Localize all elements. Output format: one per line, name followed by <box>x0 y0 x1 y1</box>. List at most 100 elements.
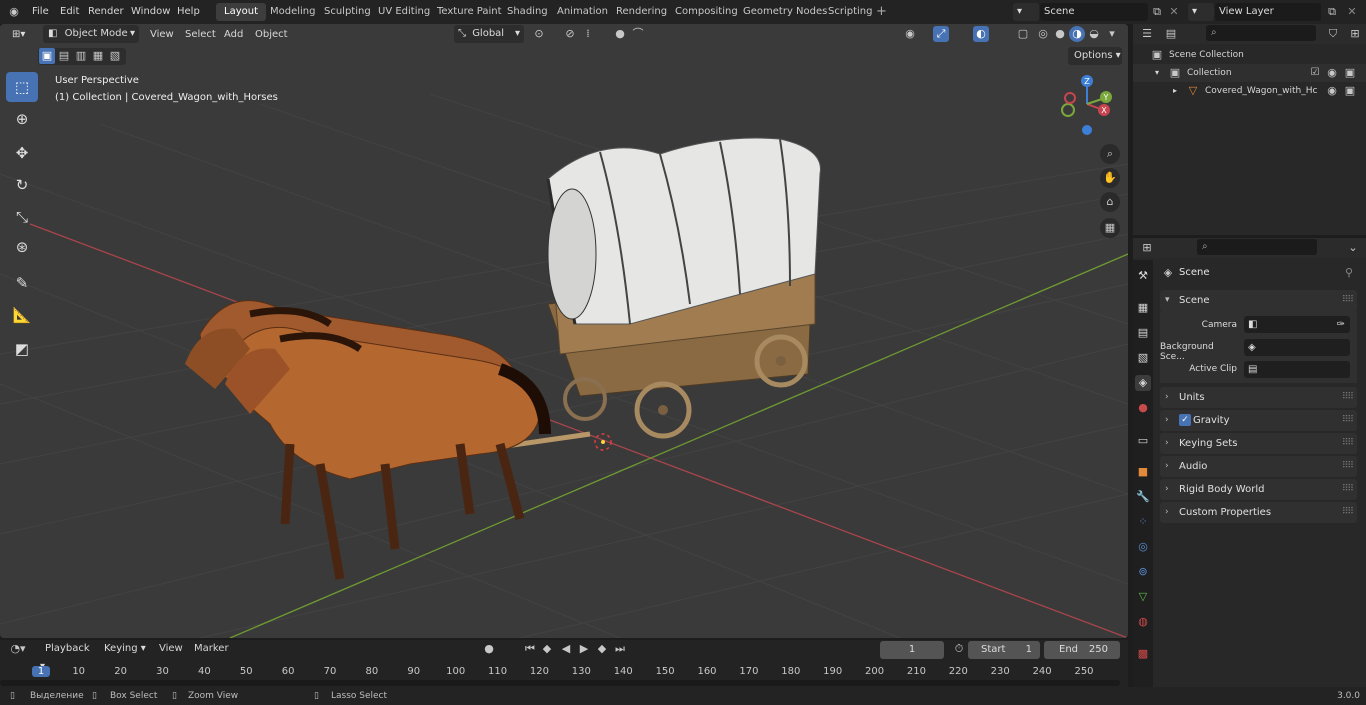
tab-layout[interactable]: Layout <box>216 3 266 21</box>
scale-tool-icon[interactable]: ⤡ <box>6 202 38 232</box>
menu-file[interactable]: File <box>32 0 49 24</box>
play-reverse-icon[interactable]: ◀ <box>558 641 574 657</box>
tab-uv-editing[interactable]: UV Editing <box>370 3 438 21</box>
gizmo-icon[interactable]: ⤢ <box>933 26 949 42</box>
modifier-wrench-icon[interactable]: 🔧 <box>1135 489 1151 505</box>
move-tool-icon[interactable]: ✥ <box>6 138 38 168</box>
menu-view[interactable]: View <box>159 640 183 658</box>
new-scene-icon[interactable]: ⧉ <box>1149 4 1165 20</box>
drag-handle-icon[interactable]: ⠿⠿ <box>1342 502 1354 523</box>
texture-tab-icon[interactable]: ▩ <box>1135 646 1151 662</box>
drag-handle-icon[interactable]: ⠿⠿ <box>1342 410 1354 431</box>
select-box-tool-icon[interactable]: ⬚ <box>6 72 38 102</box>
outliner-row-collection[interactable]: ▾ ▣ Collection ☑ ◉ ▣ <box>1133 64 1366 82</box>
orientation-dropdown[interactable]: ⤡ Global ▾ <box>454 25 524 43</box>
new-view-layer-icon[interactable]: ⧉ <box>1324 4 1340 20</box>
camera-render-icon[interactable]: ▣ <box>1342 83 1358 99</box>
tab-animation[interactable]: Animation <box>549 3 616 21</box>
measure-tool-icon[interactable]: 📐 <box>6 300 38 330</box>
material-shading-icon[interactable]: ◑ <box>1069 26 1085 42</box>
material-tab-icon[interactable]: ◍ <box>1135 614 1151 630</box>
camera-field[interactable]: ◧ ✑ <box>1244 316 1350 333</box>
3d-viewport[interactable]: ⊞▾ ◧ Object Mode ▾ View Select Add Objec… <box>0 24 1128 638</box>
select-subtract-icon[interactable]: ▥ <box>73 48 89 64</box>
output-tab-icon[interactable]: ▤ <box>1135 325 1151 341</box>
tab-modeling[interactable]: Modeling <box>262 3 324 21</box>
blender-logo-icon[interactable]: ◉ <box>6 4 22 20</box>
camera-render-icon[interactable]: ▣ <box>1342 65 1358 81</box>
visibility-icon[interactable]: ◉ <box>902 26 918 42</box>
proportional-edit-icon[interactable]: ● <box>612 26 628 42</box>
tool-tab-icon[interactable]: ⚒ <box>1135 268 1151 284</box>
panel-keying-sets[interactable]: › Keying Sets ⠿⠿ <box>1160 433 1357 454</box>
new-collection-icon[interactable]: ⊞ <box>1347 26 1363 42</box>
jump-start-icon[interactable]: ⏮ <box>522 641 538 657</box>
cursor-tool-icon[interactable]: ⊕ <box>6 104 38 134</box>
panel-rigid-body-world[interactable]: › Rigid Body World ⠿⠿ <box>1160 479 1357 500</box>
render-tab-icon[interactable]: ▦ <box>1135 300 1151 316</box>
physics-tab-icon[interactable]: ◎ <box>1135 539 1151 555</box>
particles-tab-icon[interactable]: ⁘ <box>1135 514 1151 530</box>
tab-texture-paint[interactable]: Texture Paint <box>429 3 510 21</box>
chevron-down-icon[interactable]: ⌄ <box>1345 240 1361 256</box>
next-keyframe-icon[interactable]: ◆ <box>594 641 610 657</box>
start-frame-field[interactable]: Start 1 <box>968 641 1040 659</box>
tab-scripting[interactable]: Scripting <box>820 3 880 21</box>
perspective-toggle-icon[interactable]: ▦ <box>1100 218 1120 238</box>
menu-render[interactable]: Render <box>88 0 124 24</box>
menu-window[interactable]: Window <box>131 0 170 24</box>
outliner-search-input[interactable]: ⌕ <box>1206 25 1316 41</box>
drag-handle-icon[interactable]: ⠿⠿ <box>1342 479 1354 500</box>
scene-browse-button[interactable]: ▾ <box>1013 3 1039 21</box>
menu-help[interactable]: Help <box>177 0 200 24</box>
chevron-down-icon[interactable]: ▾ <box>1155 64 1159 82</box>
wireframe-shading-icon[interactable]: ◎ <box>1035 26 1051 42</box>
eye-icon[interactable]: ◉ <box>1324 83 1340 99</box>
menu-add[interactable]: Add <box>224 27 243 43</box>
outliner-row-object[interactable]: ▸ ▽ Covered_Wagon_with_Hc ◉ ▣ <box>1133 82 1366 100</box>
tab-rendering[interactable]: Rendering <box>608 3 675 21</box>
overlays-icon[interactable]: ◐ <box>973 26 989 42</box>
rendered-shading-icon[interactable]: ◒ <box>1086 26 1102 42</box>
constraints-tab-icon[interactable]: ⊚ <box>1135 564 1151 580</box>
view-layer-browse-button[interactable]: ▾ <box>1188 3 1214 21</box>
panel-custom-properties[interactable]: › Custom Properties ⠿⠿ <box>1160 502 1357 523</box>
annotate-tool-icon[interactable]: ✎ <box>6 268 38 298</box>
drag-handle-icon[interactable]: ⠿⠿ <box>1342 433 1354 454</box>
world-tab-icon[interactable]: ● <box>1135 400 1151 416</box>
chevron-right-icon[interactable]: ▸ <box>1173 82 1177 100</box>
snap-icon[interactable]: ⊘ <box>562 26 578 42</box>
stopwatch-icon[interactable]: ⏱ <box>951 641 967 657</box>
background-scene-field[interactable]: ◈ <box>1244 339 1350 356</box>
current-frame-marker[interactable]: 1 <box>32 666 50 677</box>
select-extend-icon[interactable]: ▤ <box>56 48 72 64</box>
scene-name-field[interactable]: Scene <box>1040 3 1148 21</box>
record-icon[interactable]: ● <box>481 641 497 657</box>
menu-keying[interactable]: Keying ▾ <box>100 640 150 658</box>
active-clip-field[interactable]: ▤ <box>1244 361 1350 378</box>
options-button[interactable]: Options ▾ <box>1068 47 1122 65</box>
menu-edit[interactable]: Edit <box>60 0 79 24</box>
falloff-icon[interactable]: ⌒ <box>630 26 646 42</box>
view-layer-tab-icon[interactable]: ▧ <box>1135 350 1151 366</box>
camera-view-icon[interactable]: ⌂ <box>1100 192 1120 212</box>
end-frame-field[interactable]: End 250 <box>1044 641 1120 659</box>
properties-search-input[interactable]: ⌕ <box>1197 239 1317 255</box>
display-mode-icon[interactable]: ▤ <box>1163 26 1179 42</box>
solid-shading-icon[interactable]: ● <box>1052 26 1068 42</box>
snap-target-icon[interactable]: ⁞ <box>580 26 596 42</box>
select-new-icon[interactable]: ▣ <box>39 48 55 64</box>
collection-tab-icon[interactable]: ▭ <box>1135 433 1151 449</box>
jump-end-icon[interactable]: ⏭ <box>612 641 628 657</box>
zoom-icon[interactable]: ⌕ <box>1100 144 1120 164</box>
current-frame-field[interactable]: 1 <box>880 641 944 659</box>
close-view-layer-icon[interactable]: ✕ <box>1344 4 1360 20</box>
select-difference-icon[interactable]: ▦ <box>90 48 106 64</box>
menu-view[interactable]: View <box>150 27 174 43</box>
gravity-checkbox[interactable]: ✓ <box>1179 414 1191 426</box>
editor-type-button[interactable]: ⊞▾ <box>8 26 38 44</box>
drag-handle-icon[interactable]: ⠿⠿ <box>1342 290 1354 311</box>
filter-icon[interactable]: ⛉ <box>1325 26 1341 42</box>
add-workspace-button[interactable]: + <box>876 0 887 24</box>
rotate-tool-icon[interactable]: ↻ <box>6 170 38 200</box>
